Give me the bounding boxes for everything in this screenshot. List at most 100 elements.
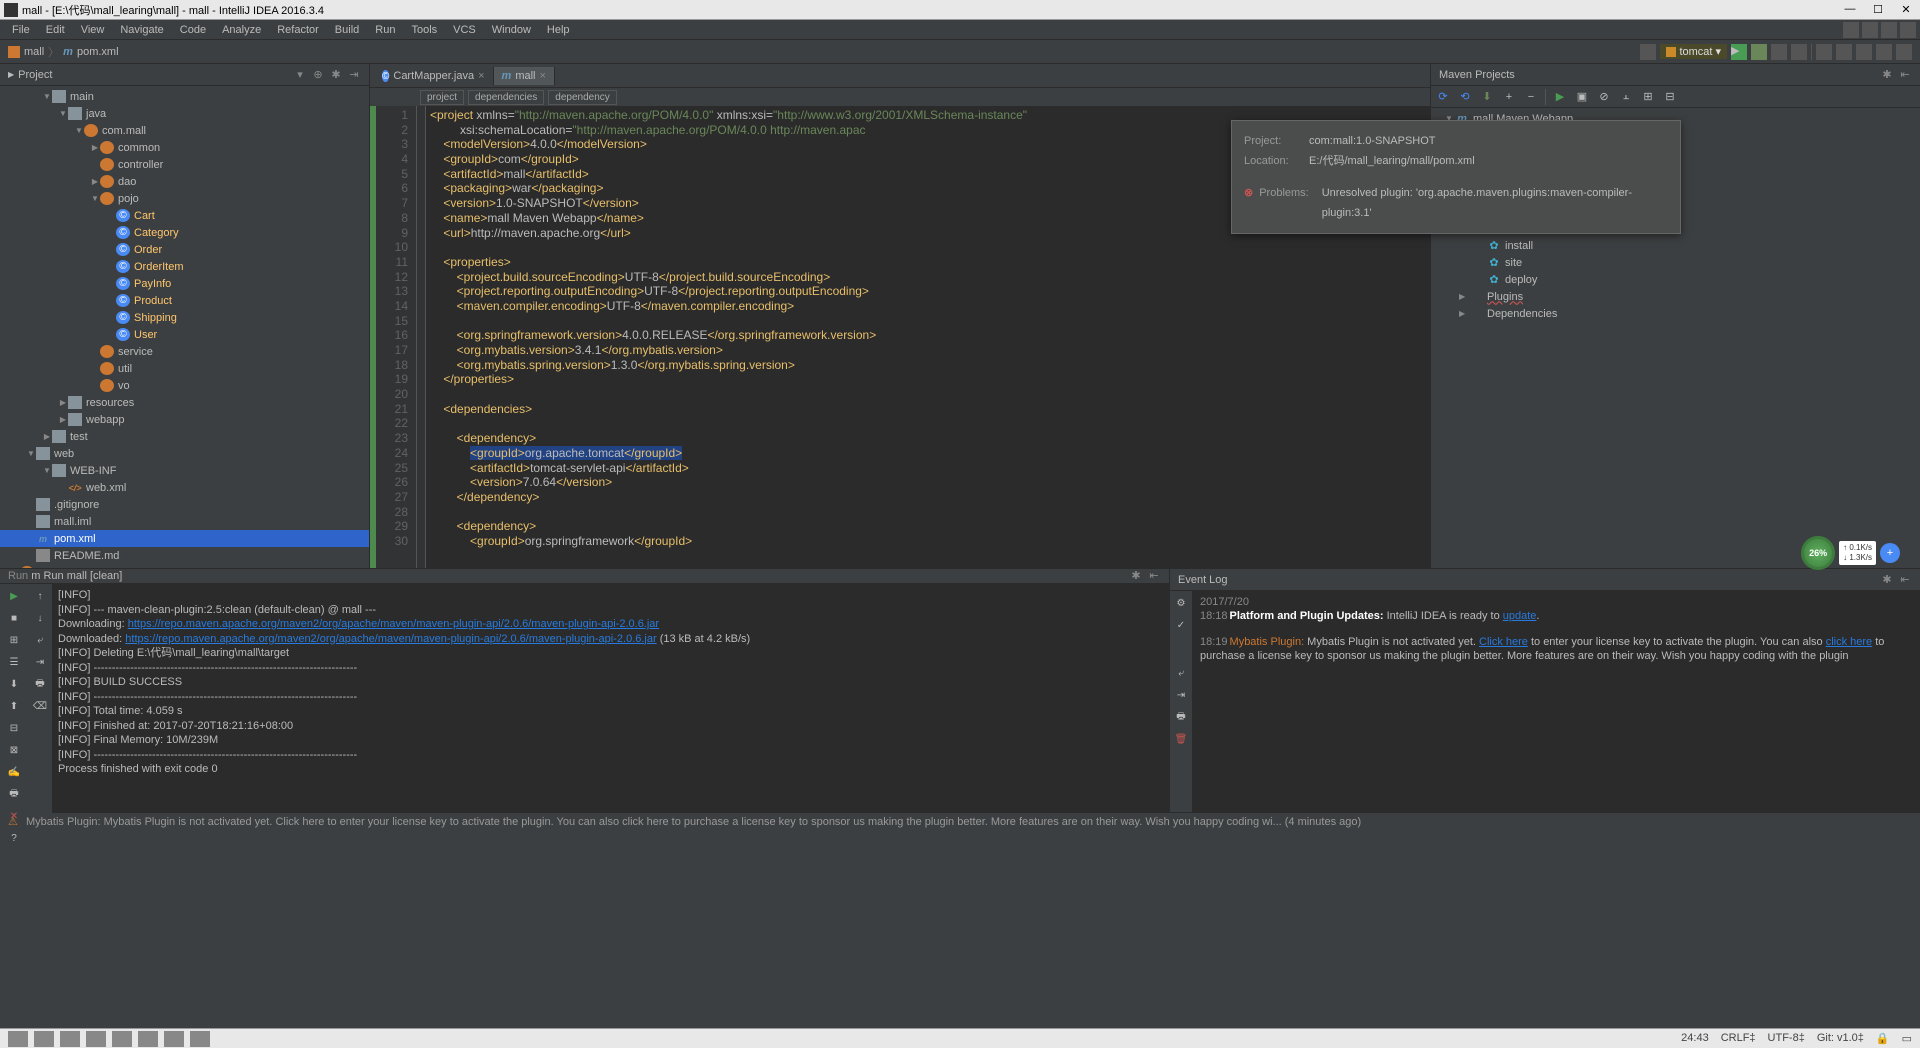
menu-navigate[interactable]: Navigate [112,22,171,38]
tab-mall[interactable]: mmall× [494,67,555,85]
tree-item-shipping[interactable]: Shipping [0,309,369,326]
taskbar-icon[interactable] [86,1031,106,1047]
run-scrollto-btn[interactable]: ⇥ [32,654,48,670]
tree-item-readme-md[interactable]: README.md [0,547,369,564]
taskbar-icon[interactable] [8,1031,28,1047]
network-widget[interactable]: 26% ↑ 0.1K/s↓ 1.3K/s + [1801,536,1900,570]
vcs-commit-btn[interactable] [1836,44,1852,60]
run-help-btn[interactable]: ? [6,830,22,846]
menu-run[interactable]: Run [367,22,403,38]
menu-build[interactable]: Build [327,22,367,38]
stop-button[interactable] [1791,44,1807,60]
event-scroll-btn[interactable]: ⇥ [1173,687,1189,703]
run-config-tomcat[interactable]: tomcat▾ [1660,44,1727,59]
maven-site[interactable]: ✿site [1431,254,1920,271]
status-git[interactable]: Git: v1.0‡ [1817,1032,1864,1045]
menu-vcs[interactable]: VCS [445,22,484,38]
purchase-link[interactable]: click here [1826,636,1872,648]
menubar-btn[interactable] [1900,22,1916,38]
tree-item-product[interactable]: Product [0,292,369,309]
run-print2-btn[interactable]: 🖶 [32,676,48,692]
tree-item-test[interactable]: ▶test [0,428,369,445]
vcs-revert-btn[interactable] [1876,44,1892,60]
tree-item-com-mall[interactable]: ▼com.mall [0,122,369,139]
coverage-button[interactable] [1771,44,1787,60]
menu-help[interactable]: Help [539,22,578,38]
maven-hide-btn[interactable]: ⇤ [1898,68,1912,82]
tree-item-dao[interactable]: ▶dao [0,173,369,190]
maven-remove-btn[interactable]: − [1523,89,1539,105]
run-wrap-btn[interactable]: ⊟ [6,720,22,736]
project-panel-title[interactable]: Project [18,69,289,81]
tab-close-icon[interactable]: × [539,70,545,82]
project-hide-btn[interactable]: ⇥ [347,68,361,82]
bc-dependencies[interactable]: dependencies [468,90,544,105]
maven-offline-btn[interactable]: ⫠ [1618,89,1634,105]
tree-item-java[interactable]: ▼java [0,105,369,122]
tree-item-webapp[interactable]: ▶webapp [0,411,369,428]
tree-item-util[interactable]: util [0,360,369,377]
event-clear-btn[interactable]: 🗑 [1173,731,1189,747]
bc-dependency[interactable]: dependency [548,90,617,105]
run-down-btn[interactable]: ↓ [32,610,48,626]
close-button[interactable]: ✕ [1896,3,1916,16]
project-arrow-icon[interactable]: ▶ [8,70,14,79]
tree-item-external-libraries[interactable]: ▶External Libraries [0,564,369,568]
maven-download-btn[interactable]: ⬇ [1479,89,1495,105]
crumb-project[interactable]: mall [24,46,44,58]
menu-tools[interactable]: Tools [403,22,445,38]
tree-item-order[interactable]: Order [0,241,369,258]
maven-settings-btn[interactable]: ✱ [1880,68,1894,82]
tree-item-cart[interactable]: Cart [0,207,369,224]
menu-view[interactable]: View [73,22,113,38]
tree-item-category[interactable]: Category [0,224,369,241]
bc-project[interactable]: project [420,90,464,105]
tree-item-common[interactable]: ▶common [0,139,369,156]
status-pos[interactable]: 24:43 [1681,1032,1709,1045]
maven-generate-btn[interactable]: ⟲ [1457,89,1473,105]
tab-cartmapper-java[interactable]: CartMapper.java× [374,67,494,85]
run-button[interactable]: ▶ [1731,44,1747,60]
maximize-button[interactable]: ☐ [1868,3,1888,16]
stop-run-btn[interactable]: ■ [6,610,22,626]
run-dump-btn[interactable]: ⊞ [6,632,22,648]
menu-refactor[interactable]: Refactor [269,22,327,38]
status-sep[interactable]: CRLF‡ [1721,1032,1756,1045]
event-content[interactable]: 2017/7/20 18:18Platform and Plugin Updat… [1192,591,1920,812]
project-tree[interactable]: ▼main▼java▼com.mall▶commoncontroller▶dao… [0,86,369,568]
menubar-btn[interactable] [1843,22,1859,38]
status-lock-icon[interactable]: 🔒 [1876,1032,1890,1045]
tree-item-payinfo[interactable]: PayInfo [0,275,369,292]
run-scroll-btn[interactable]: ✍ [6,764,22,780]
run-soft-wrap-btn[interactable]: ⤶ [32,632,48,648]
project-settings-btn[interactable]: ✱ [329,68,343,82]
taskbar-icon[interactable] [112,1031,132,1047]
maven-run-btn[interactable]: ▶ [1552,89,1568,105]
tree-item-mall-iml[interactable]: mall.iml [0,513,369,530]
menu-code[interactable]: Code [172,22,214,38]
project-collapse-btn[interactable]: ⊕ [311,68,325,82]
maven-deploy[interactable]: ✿deploy [1431,271,1920,288]
taskbar-icon[interactable] [164,1031,184,1047]
console-output[interactable]: [INFO][INFO] --- maven-clean-plugin:2.5:… [52,584,1169,846]
event-settings-icon[interactable]: ⚙ [1173,595,1189,611]
project-scope-btn[interactable]: ▾ [293,68,307,82]
line-gutter[interactable]: 1234567891011121314151617181920212223242… [376,106,416,568]
debug-button[interactable] [1751,44,1767,60]
maven-tree[interactable]: Project:com:mall:1.0-SNAPSHOT Location:E… [1431,108,1920,568]
maven-collapse-btn[interactable]: ⊟ [1662,89,1678,105]
menubar-btn[interactable] [1862,22,1878,38]
run-hide-btn[interactable]: ⇤ [1147,569,1161,583]
maven-skip-btn[interactable]: ⊘ [1596,89,1612,105]
tree-item-vo[interactable]: vo [0,377,369,394]
tree-item-controller[interactable]: controller [0,156,369,173]
minimize-button[interactable]: — [1840,3,1860,16]
taskbar-icon[interactable] [60,1031,80,1047]
event-mark-btn[interactable]: ✓ [1173,617,1189,633]
rerun-btn[interactable]: ▶ [6,588,22,604]
nav-btn-1[interactable] [1640,44,1656,60]
maven-reimport-btn[interactable]: ⟳ [1435,89,1451,105]
maven-plugins[interactable]: ▶Plugins [1431,288,1920,305]
event-print-btn[interactable]: 🖶 [1173,709,1189,725]
tree-item-resources[interactable]: ▶resources [0,394,369,411]
